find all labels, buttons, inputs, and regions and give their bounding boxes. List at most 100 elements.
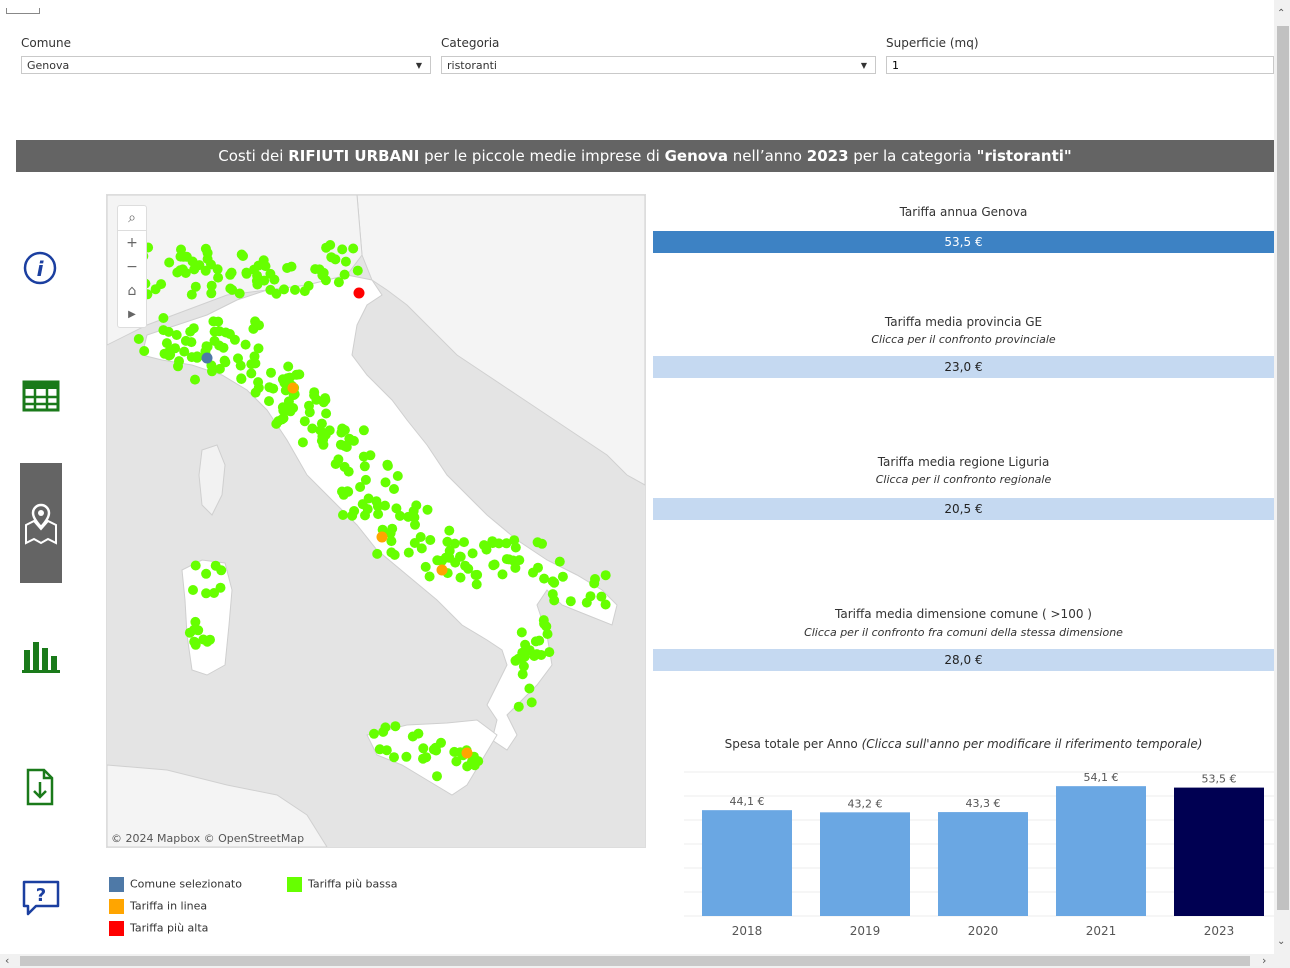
x-tick-label[interactable]: 2020 xyxy=(968,924,999,938)
help-icon[interactable]: ? xyxy=(20,876,62,918)
map-point-low[interactable] xyxy=(337,423,348,434)
map-point-low[interactable] xyxy=(299,416,310,427)
map-point-low[interactable] xyxy=(432,771,442,782)
map-point-low[interactable] xyxy=(387,523,398,534)
map-point-low[interactable] xyxy=(428,744,439,755)
map-point-low[interactable] xyxy=(210,560,221,571)
map-point-low[interactable] xyxy=(565,596,576,607)
map-point-low[interactable] xyxy=(524,683,535,694)
map-point-low[interactable] xyxy=(264,396,274,407)
download-icon[interactable] xyxy=(20,766,62,808)
vertical-scroll-thumb[interactable] xyxy=(1277,26,1289,910)
map-point-low[interactable] xyxy=(250,358,261,369)
map-point-low[interactable] xyxy=(510,562,521,573)
map-point-low[interactable] xyxy=(190,281,201,292)
map-point-low[interactable] xyxy=(236,373,247,384)
search-icon[interactable]: ⌕ xyxy=(118,206,146,230)
map-point-low[interactable] xyxy=(422,504,433,515)
map-point-low[interactable] xyxy=(581,597,592,608)
map-point-low[interactable] xyxy=(600,599,611,610)
map-point-low[interactable] xyxy=(206,288,217,299)
map-point-low[interactable] xyxy=(320,275,331,286)
map-point-low[interactable] xyxy=(463,563,474,574)
map-point-low[interactable] xyxy=(219,355,230,366)
map-point-low[interactable] xyxy=(534,635,545,646)
map-point-inline[interactable] xyxy=(287,382,299,394)
map-point-low[interactable] xyxy=(158,313,169,323)
x-tick-label[interactable]: 2023 xyxy=(1204,924,1235,938)
map-point-low[interactable] xyxy=(421,752,432,763)
map-point-low[interactable] xyxy=(539,573,550,584)
map-point-low[interactable] xyxy=(285,406,296,417)
map-point-low[interactable] xyxy=(444,545,455,556)
map-point-low[interactable] xyxy=(389,549,400,560)
bar-2023[interactable] xyxy=(1174,787,1264,916)
map-point-low[interactable] xyxy=(449,746,460,757)
map-point-low[interactable] xyxy=(193,625,204,636)
map-point-high[interactable] xyxy=(353,287,365,299)
map-point-selected[interactable] xyxy=(201,352,213,364)
map-point-low[interactable] xyxy=(348,243,359,254)
map-point-inline[interactable] xyxy=(436,564,448,576)
map-point-low[interactable] xyxy=(164,257,175,268)
map-point-low[interactable] xyxy=(286,261,297,272)
map-point-low[interactable] xyxy=(401,751,412,762)
scroll-down-icon[interactable]: ⌄ xyxy=(1277,936,1285,947)
map-point-low[interactable] xyxy=(150,284,161,295)
map-canvas[interactable] xyxy=(107,195,645,847)
map-point-low[interactable] xyxy=(338,510,348,520)
vertical-scrollbar[interactable]: ⌃ ⌄ xyxy=(1274,0,1290,968)
map-point-low[interactable] xyxy=(202,636,213,647)
map-point-low[interactable] xyxy=(389,752,399,763)
map-point-low[interactable] xyxy=(517,669,528,680)
bar-2019[interactable] xyxy=(820,812,910,916)
x-tick-label[interactable]: 2021 xyxy=(1086,924,1117,938)
map-point-low[interactable] xyxy=(318,397,329,408)
bar-2021[interactable] xyxy=(1056,786,1146,916)
map-point-low[interactable] xyxy=(378,726,389,737)
kpi-region-value[interactable]: 20,5 € xyxy=(653,498,1274,520)
map-point-low[interactable] xyxy=(326,252,337,263)
map-point-low[interactable] xyxy=(488,560,499,571)
map-point-low[interactable] xyxy=(380,477,391,488)
map-point-low[interactable] xyxy=(497,569,508,580)
x-tick-label[interactable]: 2019 xyxy=(850,924,881,938)
bar-2018[interactable] xyxy=(702,810,792,916)
map-point-low[interactable] xyxy=(290,284,300,295)
map-point-low[interactable] xyxy=(532,537,543,548)
map-point-low[interactable] xyxy=(451,756,462,767)
zoom-out-button[interactable]: − xyxy=(118,255,146,279)
map-point-low[interactable] xyxy=(444,525,455,536)
map-point-low[interactable] xyxy=(468,756,479,767)
map-point-low[interactable] xyxy=(471,579,482,590)
bar-chart-icon[interactable] xyxy=(20,636,62,678)
map-point-low[interactable] xyxy=(339,461,350,472)
map-point-low[interactable] xyxy=(265,268,276,279)
map-point-low[interactable] xyxy=(418,743,429,754)
map-point-low[interactable] xyxy=(410,519,420,530)
map-point-low[interactable] xyxy=(213,316,224,327)
horizontal-scroll-thumb[interactable] xyxy=(20,956,1250,966)
map-point-low[interactable] xyxy=(253,260,264,271)
map-point-low[interactable] xyxy=(250,316,261,327)
italy-map[interactable]: ⌕ + − ⌂ ▶ © 2024 Mapbox © OpenStreetMap xyxy=(106,194,646,848)
map-point-low[interactable] xyxy=(212,264,223,275)
map-point-low[interactable] xyxy=(297,437,308,448)
map-point-low[interactable] xyxy=(340,256,351,267)
map-point-low[interactable] xyxy=(209,326,220,337)
map-point-low[interactable] xyxy=(372,501,383,512)
kpi-size-value[interactable]: 28,0 € xyxy=(653,649,1274,671)
map-point-low[interactable] xyxy=(467,548,478,559)
home-icon[interactable]: ⌂ xyxy=(118,279,146,303)
map-point-low[interactable] xyxy=(309,390,320,401)
bar-2020[interactable] xyxy=(938,812,1028,916)
map-point-low[interactable] xyxy=(139,346,150,356)
map-point-low[interactable] xyxy=(176,244,186,255)
map-point-low[interactable] xyxy=(321,242,332,253)
map-point-low[interactable] xyxy=(455,572,466,583)
map-point-low[interactable] xyxy=(450,557,461,568)
map-point-low[interactable] xyxy=(459,537,469,548)
map-point-low[interactable] xyxy=(519,651,530,662)
map-point-low[interactable] xyxy=(372,548,383,559)
kpi-annual-value[interactable]: 53,5 € xyxy=(653,231,1274,253)
